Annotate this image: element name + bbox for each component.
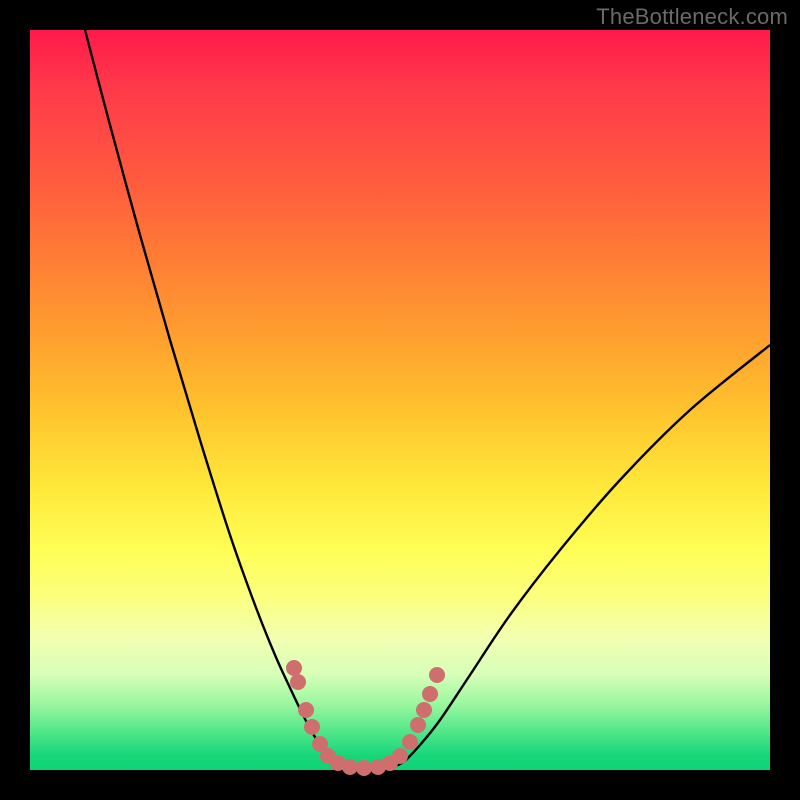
valley-marker bbox=[356, 760, 372, 776]
valley-marker bbox=[298, 702, 314, 718]
valley-marker bbox=[416, 702, 432, 718]
curve-svg bbox=[30, 30, 770, 770]
valley-marker bbox=[429, 667, 445, 683]
valley-marker bbox=[422, 686, 438, 702]
valley-marker bbox=[342, 759, 358, 775]
valley-marker bbox=[304, 719, 320, 735]
curve-right-branch bbox=[406, 345, 770, 760]
outer-frame: TheBottleneck.com bbox=[0, 0, 800, 800]
watermark-text: TheBottleneck.com bbox=[596, 4, 788, 30]
curve-left-branch bbox=[85, 30, 332, 760]
plot-area bbox=[30, 30, 770, 770]
valley-marker bbox=[290, 674, 306, 690]
valley-marker bbox=[402, 734, 418, 750]
valley-marker bbox=[286, 660, 302, 676]
valley-marker bbox=[410, 717, 426, 733]
valley-markers bbox=[286, 660, 445, 776]
valley-marker bbox=[392, 748, 408, 764]
